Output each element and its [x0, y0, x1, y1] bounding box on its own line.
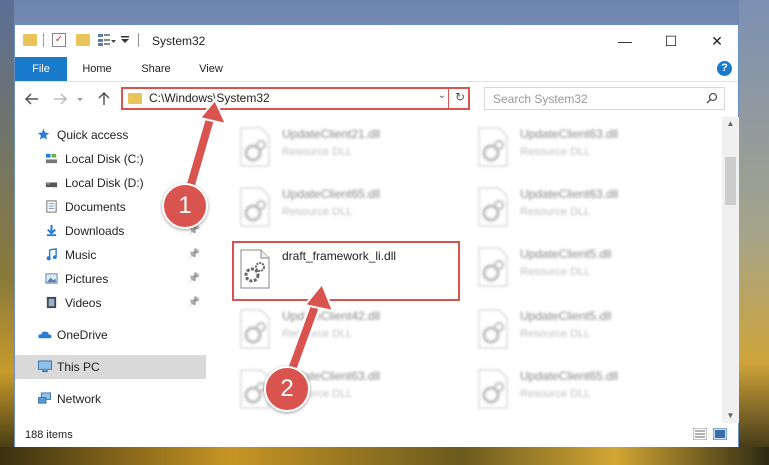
arrow-to-address-bar — [181, 98, 228, 202]
arrow-to-highlighted-file — [283, 282, 335, 382]
tutorial-annotation-arrows — [181, 98, 335, 382]
step-one-badge: 1 — [162, 183, 208, 229]
step-two-badge: 2 — [264, 366, 310, 412]
